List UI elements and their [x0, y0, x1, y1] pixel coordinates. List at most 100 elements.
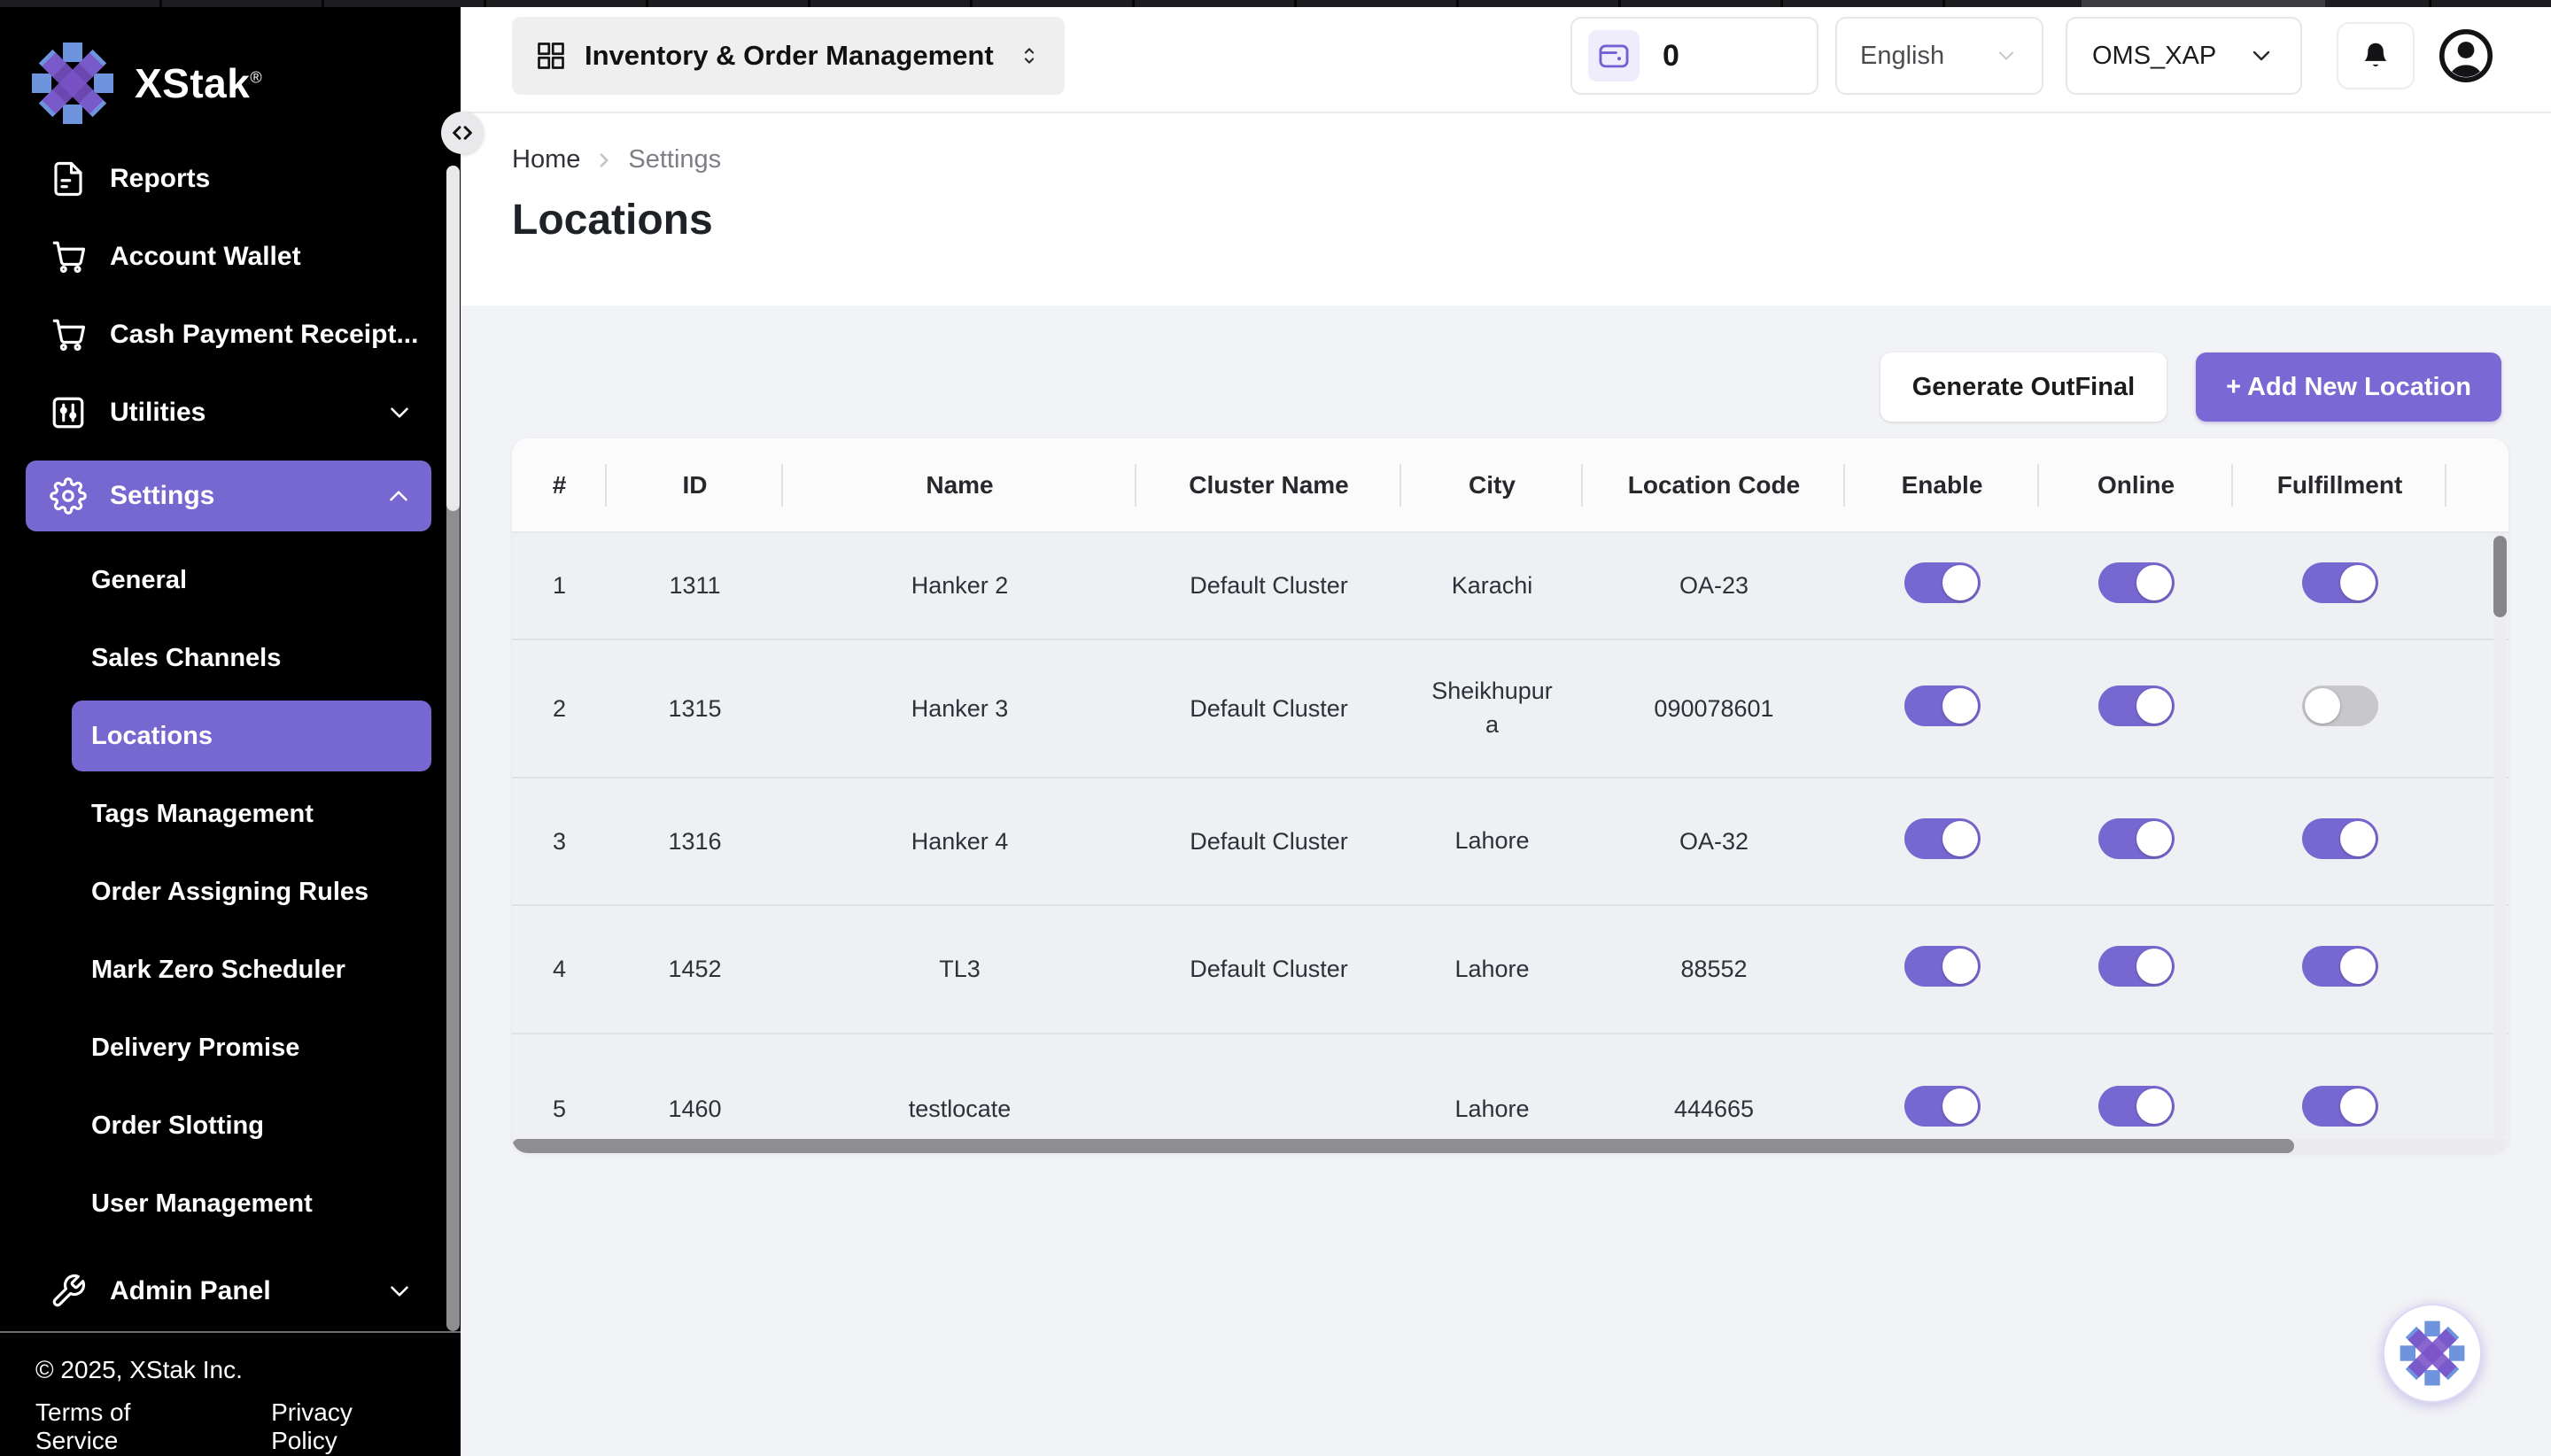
add-new-location-button[interactable]: + Add New Location: [2196, 352, 2501, 422]
cell-id: 1452: [607, 905, 783, 1034]
fulfillment-toggle[interactable]: [2302, 685, 2378, 726]
sidebar-item-account-wallet[interactable]: Account Wallet: [0, 218, 461, 296]
enable-toggle[interactable]: [1904, 562, 1981, 603]
cell-fulfillment: [2233, 1034, 2446, 1153]
cell-cluster: Default Cluster: [1136, 639, 1401, 778]
notifications-button[interactable]: [2337, 22, 2415, 89]
sidebar-item-utilities[interactable]: Utilities: [0, 374, 461, 452]
cell-online: [2039, 532, 2233, 639]
table-row: 31316Hanker 4Default ClusterLahoreOA-32: [512, 778, 2508, 905]
cell-city: Lahore: [1401, 778, 1583, 905]
cell-cluster: Default Cluster: [1136, 905, 1401, 1034]
online-toggle[interactable]: [2098, 946, 2175, 987]
toggle-knob: [1942, 949, 1978, 984]
fulfillment-toggle[interactable]: [2302, 946, 2378, 987]
app-switcher[interactable]: Inventory & Order Management: [512, 17, 1065, 95]
wallet-balance-button[interactable]: 0: [1570, 17, 1818, 95]
user-avatar[interactable]: [2439, 29, 2493, 82]
table-horizontal-scrollbar-thumb[interactable]: [512, 1139, 2294, 1153]
sidebar-item-admin-panel[interactable]: Admin Panel: [0, 1252, 461, 1330]
cell-name: testlocate: [783, 1034, 1136, 1153]
table-vertical-scrollbar-track[interactable]: [2493, 532, 2507, 1139]
workspace-select[interactable]: OMS_XAP: [2066, 17, 2302, 95]
registered-mark: ®: [250, 69, 262, 87]
sidebar-subitem-label: Locations: [91, 722, 213, 751]
sidebar-subitem-locations[interactable]: Locations: [72, 701, 431, 771]
table-vertical-scrollbar-thumb[interactable]: [2493, 536, 2507, 617]
sidebar-item-settings[interactable]: Settings: [26, 461, 431, 531]
cell-city: Sheikhupura: [1401, 639, 1583, 778]
online-toggle[interactable]: [2098, 562, 2175, 603]
sidebar-subitem-label: Mark Zero Scheduler: [91, 956, 345, 985]
sidebar-subitem-delivery-promise[interactable]: Delivery Promise: [72, 1012, 431, 1083]
cell-id: 1315: [607, 639, 783, 778]
enable-toggle[interactable]: [1904, 685, 1981, 726]
sidebar-item-cash-payment-receipt[interactable]: Cash Payment Receipt...: [0, 296, 461, 374]
xstak-assistant-button[interactable]: [2383, 1304, 2482, 1403]
cart-icon: [50, 238, 87, 275]
cell-num: 1: [512, 532, 607, 639]
column-header-location-code: Location Code: [1583, 438, 1845, 532]
cell-code: OA-23: [1583, 532, 1845, 639]
cell-name: Hanker 3: [783, 639, 1136, 778]
cell-online: [2039, 905, 2233, 1034]
sidebar-subitem-general[interactable]: General: [72, 545, 431, 616]
cell-fulfillment: [2233, 639, 2446, 778]
breadcrumb-home[interactable]: Home: [512, 145, 580, 174]
brand-row[interactable]: XStak®: [0, 0, 461, 133]
sidebar-item-reports[interactable]: Reports: [0, 140, 461, 218]
xstak-logo-icon: [2399, 1320, 2466, 1387]
sidebar-subitem-order-assigning-rules[interactable]: Order Assigning Rules: [72, 856, 431, 927]
cell-num: 3: [512, 778, 607, 905]
sidebar-subitem-label: General: [91, 566, 187, 595]
language-select[interactable]: English: [1835, 17, 2043, 95]
breadcrumb-chevron-icon: [593, 149, 616, 172]
fulfillment-toggle[interactable]: [2302, 1086, 2378, 1127]
online-toggle[interactable]: [2098, 818, 2175, 859]
toggle-knob: [1942, 565, 1978, 600]
breadcrumb-current: Settings: [628, 145, 721, 174]
sidebar-subitem-user-management[interactable]: User Management: [72, 1168, 431, 1239]
top-bar: Inventory & Order Management 0 English O…: [461, 0, 2551, 113]
sidebar-subitem-label: Delivery Promise: [91, 1034, 299, 1063]
online-toggle[interactable]: [2098, 685, 2175, 726]
table-header-row: #IDNameCluster NameCityLocation CodeEnab…: [512, 438, 2508, 532]
sidebar-subitem-tags-management[interactable]: Tags Management: [72, 778, 431, 849]
table-row: 21315Hanker 3Default ClusterSheikhupura0…: [512, 639, 2508, 778]
privacy-policy-link[interactable]: Privacy Policy: [271, 1398, 425, 1455]
terms-of-service-link[interactable]: Terms of Service: [35, 1398, 220, 1455]
sidebar-scrollbar-thumb[interactable]: [446, 166, 460, 511]
online-toggle[interactable]: [2098, 1086, 2175, 1127]
wrench-icon: [50, 1273, 87, 1310]
column-header-id: ID: [607, 438, 783, 532]
toggle-knob: [2340, 1088, 2376, 1124]
content-area: Generate OutFinal + Add New Location #ID…: [461, 306, 2551, 1456]
toggle-knob: [2136, 565, 2172, 600]
chevron-down-icon: [2247, 42, 2276, 70]
chevron-down-icon: [384, 1276, 415, 1306]
enable-toggle[interactable]: [1904, 818, 1981, 859]
enable-toggle[interactable]: [1904, 946, 1981, 987]
column-header-fulfillment: Fulfillment: [2233, 438, 2446, 532]
settings-submenu: General Sales Channels Locations Tags Manag…: [0, 545, 461, 1239]
fulfillment-toggle[interactable]: [2302, 562, 2378, 603]
sidebar-subitem-sales-channels[interactable]: Sales Channels: [72, 623, 431, 693]
column-header-cluster-name: Cluster Name: [1136, 438, 1401, 532]
sidebar-item-label: Settings: [110, 481, 214, 511]
brand-name: XStak®: [135, 59, 262, 107]
fulfillment-toggle[interactable]: [2302, 818, 2378, 859]
sidebar-item-label: Reports: [110, 164, 210, 194]
sidebar: XStak® Reports Account WalletCash Payment…: [0, 0, 461, 1456]
sidebar-subitem-order-slotting[interactable]: Order Slotting: [72, 1090, 431, 1161]
enable-toggle[interactable]: [1904, 1086, 1981, 1127]
sidebar-collapse-button[interactable]: [441, 112, 484, 154]
sidebar-subitem-label: Order Slotting: [91, 1111, 264, 1141]
sidebar-subitem-mark-zero-scheduler[interactable]: Mark Zero Scheduler: [72, 934, 431, 1005]
table-row: 11311Hanker 2Default ClusterKarachiOA-23: [512, 532, 2508, 639]
cell-enable: [1845, 639, 2039, 778]
sidebar-footer: © 2025, XStak Inc. Terms of Service Priv…: [0, 1331, 461, 1456]
cell-code: OA-32: [1583, 778, 1845, 905]
browser-tab-strip: [0, 0, 2551, 7]
generate-outfinal-button[interactable]: Generate OutFinal: [1880, 352, 2167, 422]
column-header-name: Name: [783, 438, 1136, 532]
